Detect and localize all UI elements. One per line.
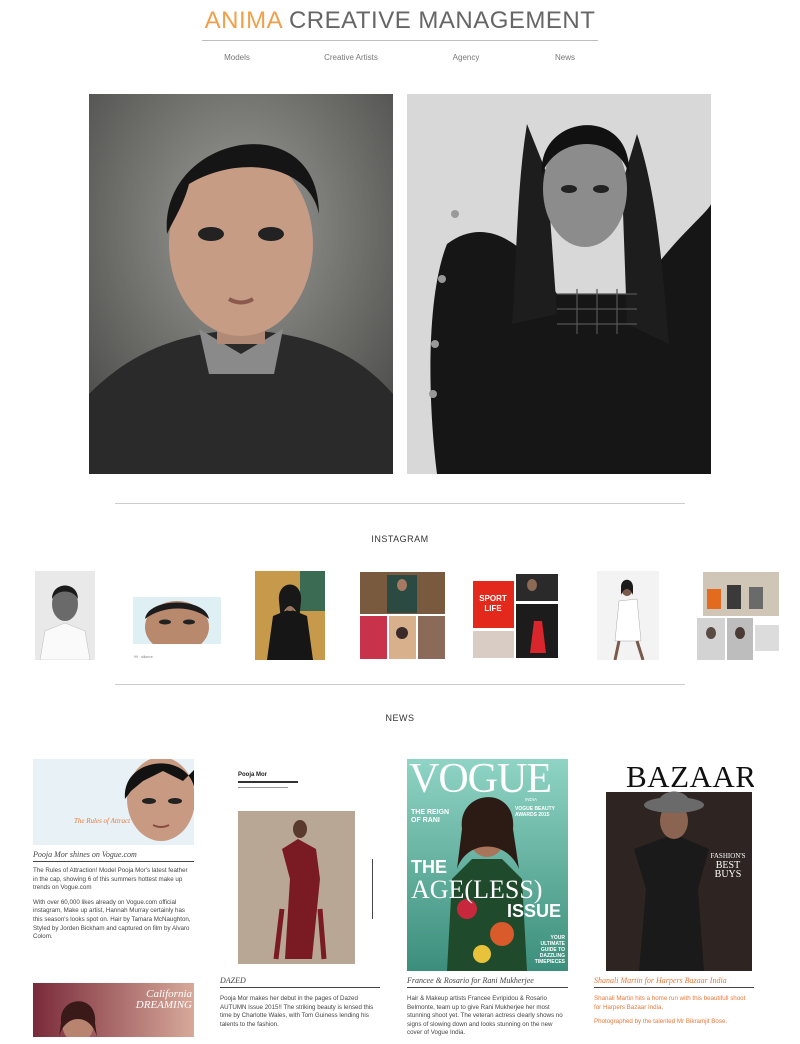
instagram-post[interactable] xyxy=(597,571,659,660)
nav-creative-artists[interactable]: Creative Artists xyxy=(324,53,378,62)
nav-agency[interactable]: Agency xyxy=(453,53,480,62)
news-image[interactable]: The Rules of Attract xyxy=(33,759,194,845)
news-paragraph: Hair & Makeup artists Francee Evripidou … xyxy=(407,995,563,1037)
news-image[interactable]: BAZAAR FASHION'S BEST BUYS xyxy=(594,759,754,971)
hero-photo-left[interactable] xyxy=(89,94,393,474)
svg-text:SPORT: SPORT xyxy=(479,594,507,603)
news-body: Pooja Mor makes her debut in the pages o… xyxy=(220,995,380,1035)
magazine-coverline-word: BUYS xyxy=(714,869,742,880)
magazine-coverline: THE REIGN OF RANI xyxy=(411,809,450,824)
news-image[interactable]: Pooja Mor xyxy=(220,759,380,971)
news-paragraph: With over 60,000 likes already on Vogue.… xyxy=(33,898,191,941)
site-logo[interactable]: ANIMA CREATIVE MANAGEMENT xyxy=(0,6,800,36)
instagram-post[interactable] xyxy=(35,571,95,660)
hero-photo-right[interactable] xyxy=(407,94,711,474)
magazine-edition: INDIA xyxy=(525,797,538,802)
news-paragraph: Pooja Mor makes her debut in the pages o… xyxy=(220,995,374,1028)
news-image-caption: The Rules of Attract xyxy=(74,817,131,825)
instagram-post[interactable] xyxy=(255,571,325,660)
news-title[interactable]: DAZED xyxy=(220,976,246,985)
news-body: The Rules of Attraction! Model Pooja Mor… xyxy=(33,867,194,948)
news-paragraph: Shanali Martin hits a home run with this… xyxy=(594,995,746,1011)
magazine-masthead: VOGUE xyxy=(409,759,552,802)
brand-name-rest: CREATIVE MANAGEMENT xyxy=(288,7,596,34)
instagram-post[interactable] xyxy=(359,571,446,660)
news-image-caption: Pooja Mor xyxy=(238,772,268,778)
instagram-heading: INSTAGRAM xyxy=(371,534,429,544)
news-title-rule xyxy=(407,987,568,988)
news-heading: NEWS xyxy=(385,713,415,723)
instagram-post-caption: 99 · alliance xyxy=(134,655,153,659)
magazine-coverline: VOGUE BEAUTY AWARDS 2015 xyxy=(515,806,555,818)
news-paragraph: Photographed by the talented Mr Bikramji… xyxy=(594,1018,728,1026)
brand-name-accent: ANIMA xyxy=(204,7,282,34)
magazine-coverline: YOUR ULTIMATE GUIDE TO DAZZLING TIMEPIEC… xyxy=(534,935,565,965)
news-image[interactable]: California DREAMING xyxy=(33,983,194,1037)
svg-text:LIFE: LIFE xyxy=(484,604,502,613)
instagram-post[interactable]: SPORT LIFE xyxy=(472,573,559,659)
news-title-rule xyxy=(220,987,380,988)
nav-models[interactable]: Models xyxy=(224,53,250,62)
main-nav: Models Creative Artists Agency News xyxy=(0,53,800,67)
news-title[interactable]: Pooja Mor shines on Vogue.com xyxy=(33,850,137,859)
nav-news[interactable]: News xyxy=(555,53,575,62)
news-title-rule xyxy=(33,861,194,862)
news-image[interactable]: VOGUE INDIA VOGUE BEAUTY AWARDS 2015 THE… xyxy=(407,759,568,971)
magazine-coverline: FASHION'S BEST BUYS xyxy=(708,852,748,880)
news-body: Shanali Martin hits a home run with this… xyxy=(594,995,754,1033)
news-title-rule xyxy=(594,987,754,988)
news-image-caption: California DREAMING xyxy=(135,988,192,1011)
news-title[interactable]: Shanali Martin for Harpers Bazaar India xyxy=(594,976,727,985)
section-divider xyxy=(115,684,685,685)
section-divider xyxy=(115,503,685,504)
header-divider xyxy=(202,40,598,41)
instagram-post[interactable] xyxy=(697,571,781,660)
magazine-headline: ISSUE xyxy=(507,901,562,921)
instagram-post[interactable] xyxy=(133,597,221,644)
news-title[interactable]: Francee & Rosario for Rani Mukherjee xyxy=(407,976,534,985)
magazine-masthead: BAZAAR xyxy=(626,759,754,794)
news-paragraph: The Rules of Attraction! Model Pooja Mor… xyxy=(33,867,188,892)
